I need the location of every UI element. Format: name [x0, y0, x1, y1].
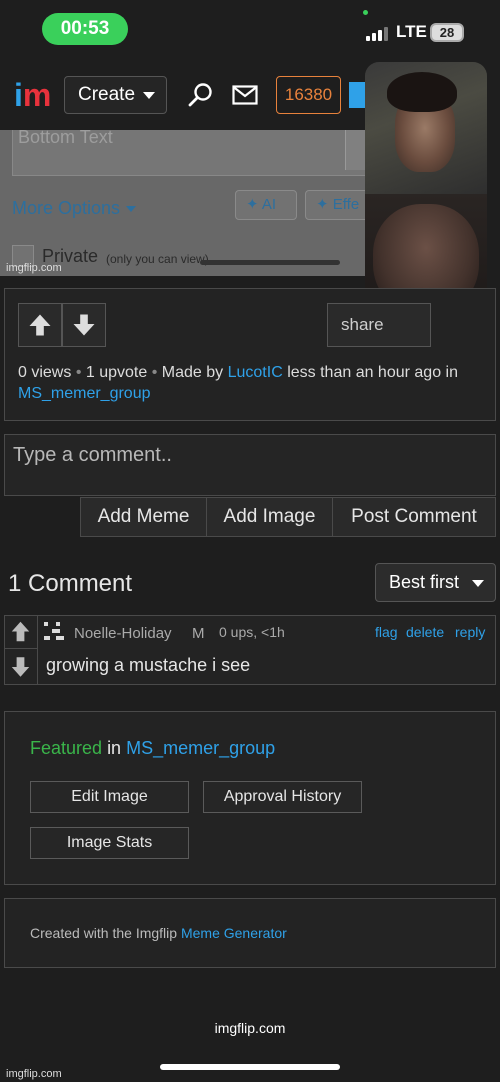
mod-badge: M — [192, 625, 205, 642]
comment-username[interactable]: Noelle-Holiday — [74, 625, 172, 642]
caret-down-icon — [143, 92, 155, 99]
home-indicator[interactable] — [160, 1064, 340, 1070]
post-comment-button[interactable]: Post Comment — [332, 497, 496, 537]
create-menu-button[interactable]: Create — [64, 76, 167, 114]
comment-input[interactable]: Type a comment.. — [4, 434, 496, 496]
edit-image-button[interactable]: Edit Image — [30, 781, 189, 813]
downvote-button[interactable] — [62, 303, 106, 347]
approval-history-button[interactable]: Approval History — [203, 781, 362, 813]
ai-button[interactable]: ✦ AI — [235, 190, 297, 220]
partial-nav-icon — [349, 82, 365, 108]
featured-status: Featured — [30, 738, 103, 758]
add-image-button[interactable]: Add Image — [206, 497, 333, 537]
imgflip-watermark: imgflip.com — [6, 1068, 62, 1080]
featured-stream-link[interactable]: MS_memer_group — [126, 738, 275, 758]
caret-down-icon — [126, 206, 137, 213]
comment-count: 1 Comment — [8, 570, 133, 597]
delete-link[interactable]: delete — [406, 624, 444, 640]
imgflip-logo[interactable]: im — [14, 77, 52, 113]
separator: • — [75, 364, 82, 381]
add-meme-button[interactable]: Add Meme — [80, 497, 207, 537]
comment-sort-select[interactable]: Best first — [375, 563, 496, 602]
made-by-label: Made by — [161, 364, 224, 381]
remote-camera-feed — [365, 62, 487, 194]
comment-text: growing a mustache i see — [46, 655, 251, 675]
view-count: 0 views — [18, 364, 72, 381]
comment-downvote-button[interactable] — [4, 649, 38, 685]
status-clock[interactable]: 00:53 — [42, 13, 128, 45]
sort-label: Best first — [389, 572, 460, 592]
person-hair-shape — [387, 72, 457, 112]
signal-strength-icon — [366, 25, 390, 41]
share-button[interactable]: share — [327, 303, 431, 347]
preview-scroll-indicator — [200, 260, 340, 265]
effects-label: Effe — [332, 196, 360, 213]
image-meta-line: 0 views • 1 upvote • Made by LucotIC les… — [18, 362, 488, 404]
search-icon[interactable] — [188, 82, 214, 108]
comment-upvote-button[interactable] — [4, 615, 38, 649]
logo-letter-m: m — [22, 77, 52, 113]
logo-letter-i: i — [14, 77, 23, 113]
comment-meta: 0 ups, <1h — [219, 624, 285, 640]
sparkle-icon: ✦ — [246, 196, 259, 213]
imgflip-watermark: imgflip.com — [6, 262, 62, 274]
network-type: LTE — [396, 22, 427, 41]
user-points-badge[interactable]: 16380 — [276, 76, 341, 114]
ai-label: AI — [261, 196, 277, 213]
separator: • — [151, 364, 158, 381]
privacy-indicator-dot — [363, 10, 368, 15]
featured-status-line: Featured in MS_memer_group — [30, 738, 275, 759]
more-options-toggle[interactable]: More Options — [12, 198, 137, 219]
text-options-button[interactable] — [345, 130, 367, 170]
avatar[interactable] — [42, 619, 68, 645]
private-note: (only you can view) — [106, 252, 209, 266]
flag-link[interactable]: flag — [375, 624, 398, 640]
reply-link[interactable]: reply — [455, 624, 485, 640]
stream-link[interactable]: MS_memer_group — [18, 385, 151, 402]
create-label: Create — [78, 84, 136, 105]
upvote-count: 1 upvote — [85, 364, 148, 381]
comment-actions: Add Meme Add Image Post Comment — [80, 497, 496, 537]
sparkle-icon: ✦ — [316, 196, 329, 213]
upvote-button[interactable] — [18, 303, 62, 347]
site-domain: imgflip.com — [214, 1020, 286, 1036]
battery-icon: 28 — [430, 23, 464, 42]
caret-down-icon — [472, 580, 484, 587]
author-link[interactable]: LucotIC — [228, 364, 283, 381]
credit-prefix: Created with the Imgflip — [30, 925, 178, 941]
meme-generator-link[interactable]: Meme Generator — [181, 925, 287, 941]
share-label: share — [341, 315, 384, 334]
posted-time: less than an hour ago in — [287, 364, 458, 381]
more-options-label: More Options — [12, 198, 121, 218]
credit-text: Created with the Imgflip Meme Generator — [30, 925, 287, 941]
featured-in-label: in — [107, 738, 122, 758]
bottom-text-input[interactable]: Bottom Text — [12, 128, 367, 176]
image-stats-button[interactable]: Image Stats — [30, 827, 189, 859]
mail-icon[interactable] — [232, 85, 258, 105]
